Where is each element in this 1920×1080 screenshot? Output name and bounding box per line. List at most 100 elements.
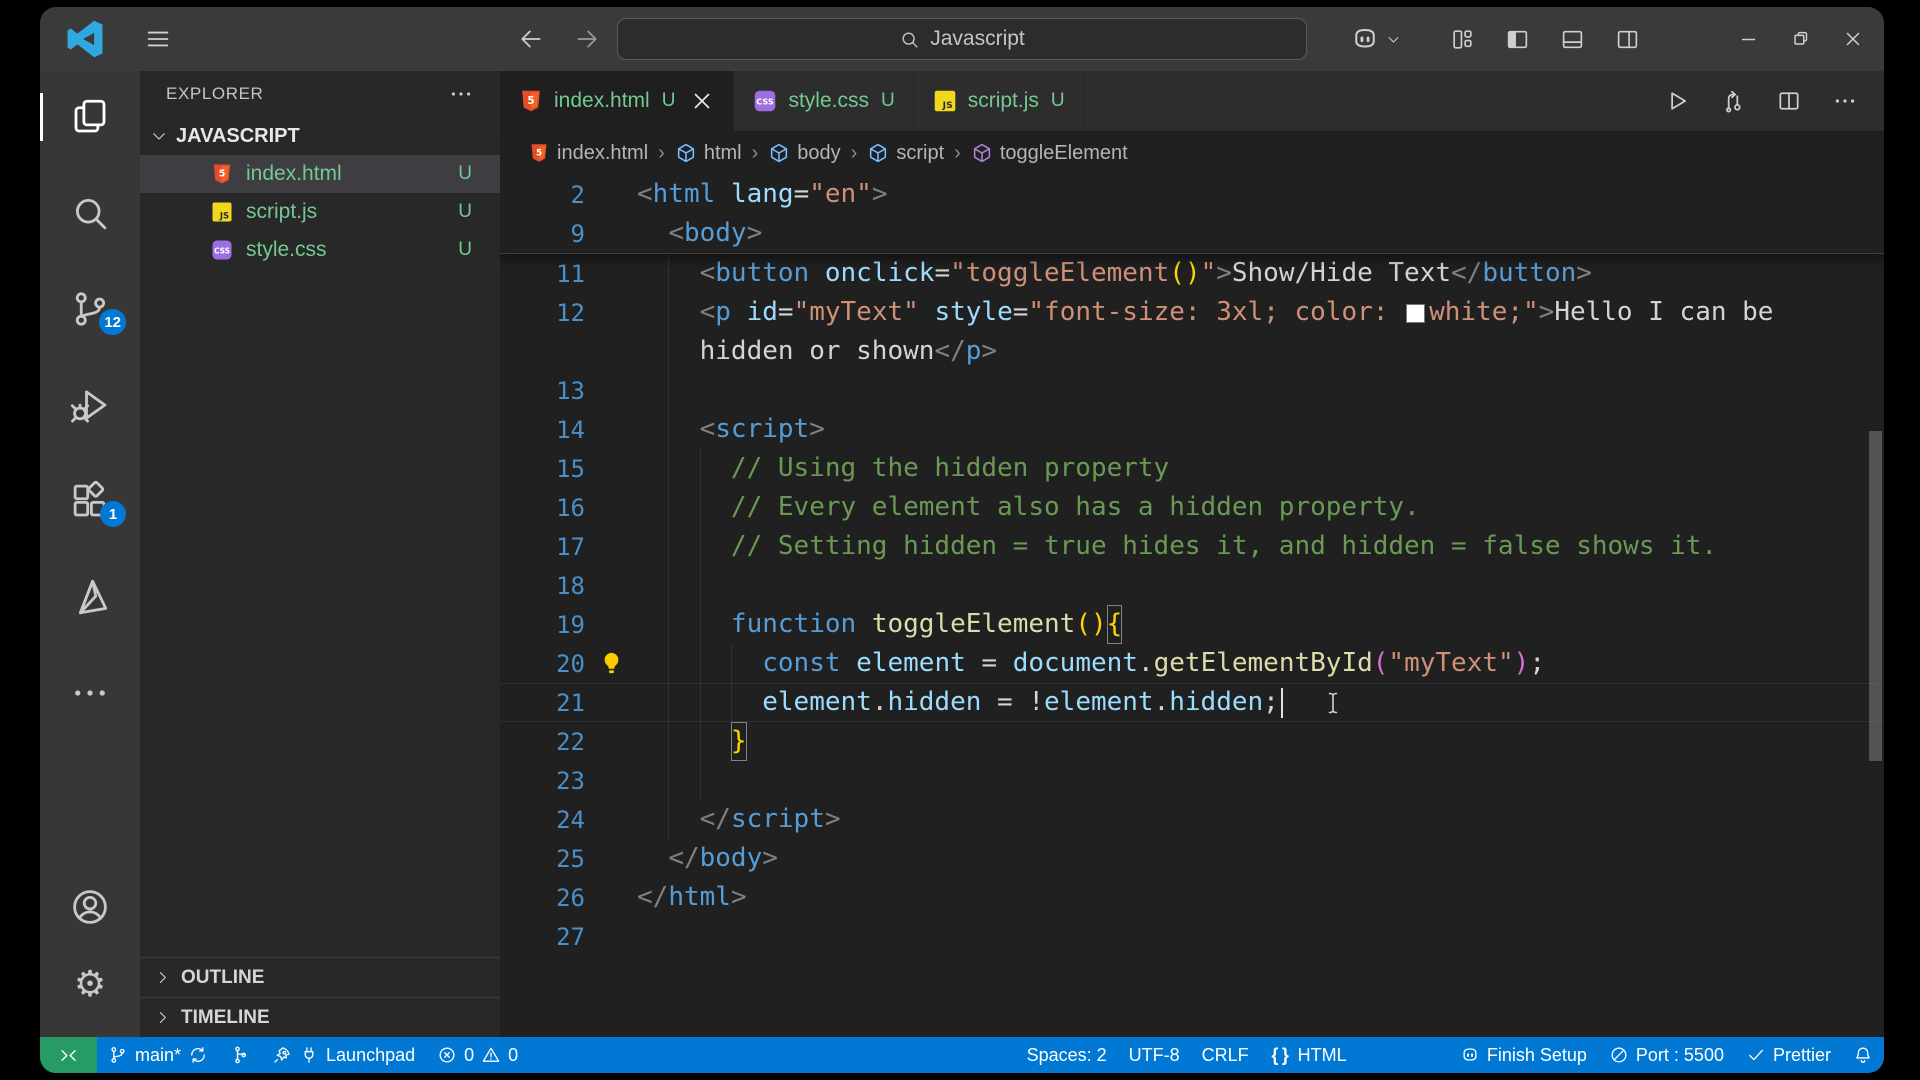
toggle-secondary-sidebar-icon[interactable] xyxy=(1615,27,1640,52)
activity-item-settings[interactable]: ⚙ xyxy=(40,959,140,1011)
code-line-13[interactable]: 13 xyxy=(500,371,1884,410)
activity-item-search[interactable] xyxy=(40,187,140,239)
status-notifications[interactable] xyxy=(1842,1037,1884,1073)
code-line-17[interactable]: 17 // Setting hidden = true hides it, an… xyxy=(500,527,1884,566)
folder-row-javascript[interactable]: JAVASCRIPT xyxy=(140,117,500,155)
status-problems[interactable]: 00 xyxy=(426,1037,529,1073)
status-indentation[interactable]: Spaces: 2 xyxy=(1016,1037,1118,1073)
status-end-of-line[interactable]: CRLF xyxy=(1191,1037,1260,1073)
explorer-more-actions-icon[interactable] xyxy=(448,81,474,107)
code-line-11[interactable]: 11 <button onclick="toggleElement()">Sho… xyxy=(500,254,1884,293)
indent-guide xyxy=(668,332,669,371)
activity-item-extensions[interactable]: 1 xyxy=(40,475,140,527)
code-line-19[interactable]: 19 function toggleElement(){ xyxy=(500,605,1884,644)
token: style xyxy=(934,293,1012,332)
code-text: <button onclick="toggleElement()">Show/H… xyxy=(637,254,1884,293)
line-number: 20 xyxy=(500,650,585,678)
code-line-2[interactable]: 2<html lang="en"> xyxy=(500,175,1884,214)
file-row-script.js[interactable]: JSscript.jsU xyxy=(140,193,500,231)
html-file-icon: 5 xyxy=(528,142,550,164)
search-icon xyxy=(899,29,920,50)
open-changes-button[interactable] xyxy=(1720,88,1746,114)
scrollbar-thumb[interactable] xyxy=(1869,431,1882,761)
editor-scrollbar[interactable] xyxy=(1868,175,1882,1037)
copilot-icon[interactable] xyxy=(1350,24,1380,54)
tab-style.css[interactable]: CSSstyle.cssU xyxy=(734,71,913,131)
split-editor-button[interactable] xyxy=(1776,88,1802,114)
status-live-server-port[interactable]: Port : 5500 xyxy=(1598,1037,1735,1073)
code-line-26[interactable]: 26</html> xyxy=(500,878,1884,917)
code-line-12[interactable]: 12 <p id="myText" style="font-size: 3xl;… xyxy=(500,293,1884,332)
file-row-style.css[interactable]: CSSstyle.cssU xyxy=(140,231,500,269)
token xyxy=(841,644,857,683)
toggle-primary-sidebar-icon[interactable] xyxy=(1505,27,1530,52)
editor-more-actions-button[interactable] xyxy=(1832,88,1858,114)
command-center-search[interactable]: Javascript xyxy=(617,18,1307,60)
error-icon xyxy=(437,1045,457,1065)
chevron-down-icon[interactable] xyxy=(1386,32,1401,47)
navigate-back-icon[interactable] xyxy=(518,26,544,52)
tab-index.html[interactable]: 5index.htmlU xyxy=(500,71,734,131)
activity-item-additional-views[interactable] xyxy=(40,667,140,719)
section-outline[interactable]: OUTLINE xyxy=(140,957,500,997)
code-line-18[interactable]: 18 xyxy=(500,566,1884,605)
code-line-22[interactable]: 22 } xyxy=(500,722,1884,761)
file-row-index.html[interactable]: 5index.htmlU xyxy=(140,155,500,193)
section-timeline[interactable]: TIMELINE xyxy=(140,997,500,1037)
status-branch-status[interactable]: main* xyxy=(97,1037,219,1073)
token: () xyxy=(1075,605,1106,644)
close-icon[interactable] xyxy=(689,88,715,114)
status-git-graph[interactable] xyxy=(219,1037,261,1073)
restore-button[interactable] xyxy=(1790,28,1812,50)
sidebar-explorer: EXPLORER JAVASCRIPT 5index.htmlUJSscript… xyxy=(140,71,500,1037)
menu-icon[interactable] xyxy=(144,25,172,53)
indent-guide xyxy=(668,800,669,839)
code-line-27[interactable]: 27 xyxy=(500,917,1884,956)
indent-guide xyxy=(668,293,669,332)
close-button[interactable] xyxy=(1842,28,1864,50)
symbol-cube-icon xyxy=(867,142,889,164)
breadcrumb-item-toggleElement[interactable]: toggleElement xyxy=(971,142,1128,165)
breadcrumb-item-index.html[interactable]: 5index.html xyxy=(528,142,648,165)
token: button xyxy=(1482,254,1576,293)
status-copilot-finish-setup[interactable]: Finish Setup xyxy=(1449,1037,1598,1073)
js-file-icon: JS xyxy=(932,88,958,114)
code-line-24[interactable]: 24 </script> xyxy=(500,800,1884,839)
code-line-9[interactable]: 9 <body> xyxy=(500,214,1884,253)
status-encoding[interactable]: UTF-8 xyxy=(1118,1037,1191,1073)
lightbulb-icon[interactable] xyxy=(598,650,625,677)
code-line-wrap[interactable]: hidden or shown</p> xyxy=(500,332,1884,371)
chevron-right-separator: › xyxy=(751,142,760,165)
minimize-button[interactable] xyxy=(1738,28,1760,50)
customize-layout-icon[interactable] xyxy=(1450,27,1475,52)
activity-item-accounts[interactable] xyxy=(40,881,140,933)
activity-item-run-and-debug[interactable] xyxy=(40,379,140,431)
code-line-14[interactable]: 14 <script> xyxy=(500,410,1884,449)
activity-item-explorer[interactable] xyxy=(40,91,140,143)
code-line-25[interactable]: 25 </body> xyxy=(500,839,1884,878)
breadcrumb-item-script[interactable]: script xyxy=(867,142,944,165)
toggle-panel-icon[interactable] xyxy=(1560,27,1585,52)
code-line-23[interactable]: 23 xyxy=(500,761,1884,800)
activity-item-source-control[interactable]: 12 xyxy=(40,283,140,335)
warning-icon xyxy=(481,1045,501,1065)
code-line-16[interactable]: 16 // Every element also has a hidden pr… xyxy=(500,488,1884,527)
navigate-forward-icon[interactable] xyxy=(574,26,600,52)
status-language-mode[interactable]: { }HTML xyxy=(1260,1037,1358,1073)
remote-indicator[interactable] xyxy=(40,1037,97,1073)
tab-script.js[interactable]: JSscript.jsU xyxy=(914,71,1084,131)
breadcrumb-item-body[interactable]: body xyxy=(768,142,840,165)
token: toggleElement xyxy=(966,254,1170,293)
indent-guide xyxy=(668,644,669,683)
breadcrumb-item-html[interactable]: html xyxy=(675,142,742,165)
indent-guide xyxy=(700,566,701,605)
activity-item-prism-extension[interactable] xyxy=(40,571,140,623)
code-text: } xyxy=(637,722,1884,761)
code-line-15[interactable]: 15 // Using the hidden property xyxy=(500,449,1884,488)
run-button[interactable] xyxy=(1664,88,1690,114)
status-prettier[interactable]: Prettier xyxy=(1735,1037,1842,1073)
code-line-20[interactable]: 20 const element = document.getElementBy… xyxy=(500,644,1884,683)
status-launchpad[interactable]: Launchpad xyxy=(261,1037,426,1073)
code-line-21[interactable]: 21 element.hidden = !element.hidden; xyxy=(500,683,1884,722)
code-editor[interactable]: 2<html lang="en">9 <body> 11 <button onc… xyxy=(500,175,1884,1037)
